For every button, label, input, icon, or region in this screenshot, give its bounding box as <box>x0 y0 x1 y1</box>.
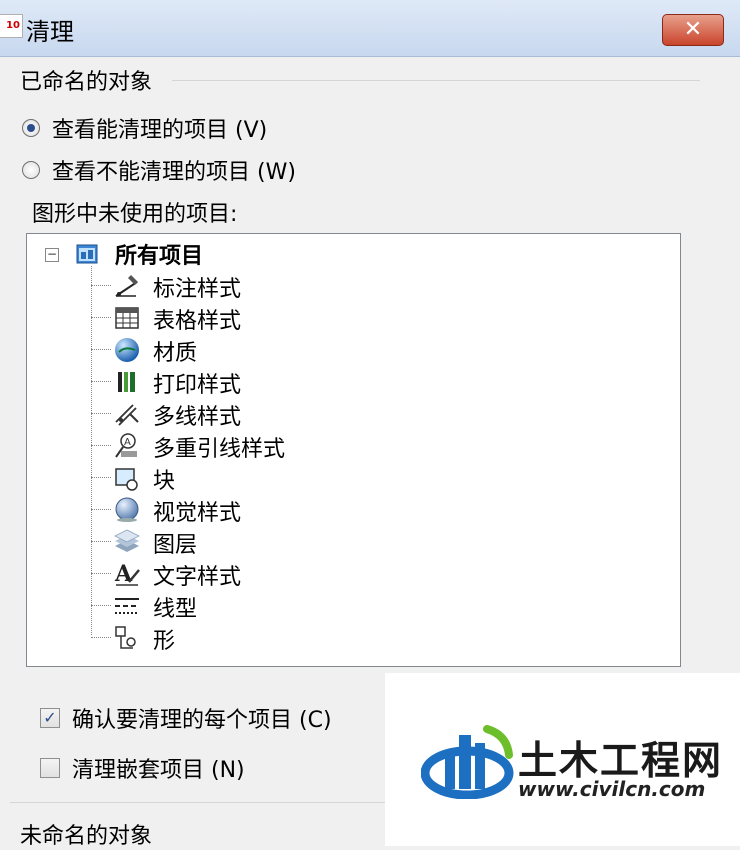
checkbox-label: 清理嵌套项目 (N) <box>72 758 245 783</box>
drawing-icon <box>76 244 98 264</box>
tree-item-plot-styles[interactable]: 打印样式 <box>91 365 651 398</box>
purge-nested-option[interactable]: 清理嵌套项目 (N) <box>40 752 245 784</box>
table-style-icon <box>115 307 139 329</box>
tree-item-visual-styles[interactable]: 视觉样式 <box>91 493 651 526</box>
group-divider <box>10 802 385 803</box>
named-objects-group-title: 已命名的对象 <box>20 70 153 95</box>
civilcn-logo-icon <box>421 725 514 799</box>
watermark-url: www.civilcn.com <box>518 777 706 801</box>
shape-icon <box>115 626 136 649</box>
dimension-style-icon <box>115 275 138 297</box>
linetype-icon <box>115 598 139 614</box>
tree-item-shapes[interactable]: 形 <box>91 621 651 654</box>
confirm-each-checkbox[interactable]: ✓ <box>40 708 60 728</box>
window-title: 清理 <box>26 18 74 46</box>
radio-label: 查看不能清理的项目 (W) <box>52 160 296 185</box>
radio-view-purgeable[interactable]: 查看能清理的项目 (V) <box>22 112 267 144</box>
tree-root-all-items[interactable]: 所有项目 <box>115 238 203 270</box>
tree-item-text-styles[interactable]: A 文字样式 <box>91 557 651 590</box>
multileader-style-icon: A <box>115 433 137 458</box>
tree-item-multiline-styles[interactable]: 多线样式 <box>91 397 651 430</box>
material-globe-icon <box>115 338 139 362</box>
tree-item-linetypes[interactable]: 线型 <box>91 589 651 622</box>
tree-item-layers[interactable]: 图层 <box>91 525 651 558</box>
autocad-app-icon: 10 <box>0 14 23 38</box>
tree-item-multileader-styles[interactable]: A 多重引线样式 <box>91 429 651 462</box>
purge-tree-view[interactable]: − 所有项目 标注样式 表格样式 材质 打印样式 多线样式 A 多重引线样式 块… <box>26 233 681 667</box>
plot-style-icon <box>118 372 135 392</box>
multiline-style-icon <box>115 404 139 426</box>
visual-style-icon <box>115 497 139 522</box>
radio-button-unchecked[interactable] <box>22 161 40 179</box>
purge-nested-checkbox[interactable] <box>40 758 60 778</box>
text-style-icon: A <box>114 561 140 587</box>
tree-item-table-styles[interactable]: 表格样式 <box>91 301 651 334</box>
radio-label: 查看能清理的项目 (V) <box>52 118 268 143</box>
unused-items-label: 图形中未使用的项目: <box>32 202 238 227</box>
checkbox-label: 确认要清理的每个项目 (C) <box>72 708 332 733</box>
radio-button-checked[interactable] <box>22 119 40 137</box>
tree-item-materials[interactable]: 材质 <box>91 333 651 366</box>
unnamed-objects-group-title: 未命名的对象 <box>20 824 153 849</box>
layer-icon <box>114 529 140 552</box>
block-icon <box>115 468 138 491</box>
close-button[interactable]: ✕ <box>662 14 724 46</box>
title-bar[interactable]: 10 清理 ✕ <box>0 0 740 57</box>
group-divider <box>172 80 700 81</box>
watermark-panel: 土木工程网 www.civilcn.com <box>385 673 740 846</box>
confirm-each-option[interactable]: ✓ 确认要清理的每个项目 (C) <box>40 702 332 734</box>
svg-text:A: A <box>124 437 131 448</box>
tree-item-dimension-styles[interactable]: 标注样式 <box>91 269 651 302</box>
collapse-toggle[interactable]: − <box>45 248 59 262</box>
tree-item-blocks[interactable]: 块 <box>91 461 651 494</box>
svg-text:A: A <box>114 561 133 587</box>
radio-view-nonpurgeable[interactable]: 查看不能清理的项目 (W) <box>22 154 296 186</box>
